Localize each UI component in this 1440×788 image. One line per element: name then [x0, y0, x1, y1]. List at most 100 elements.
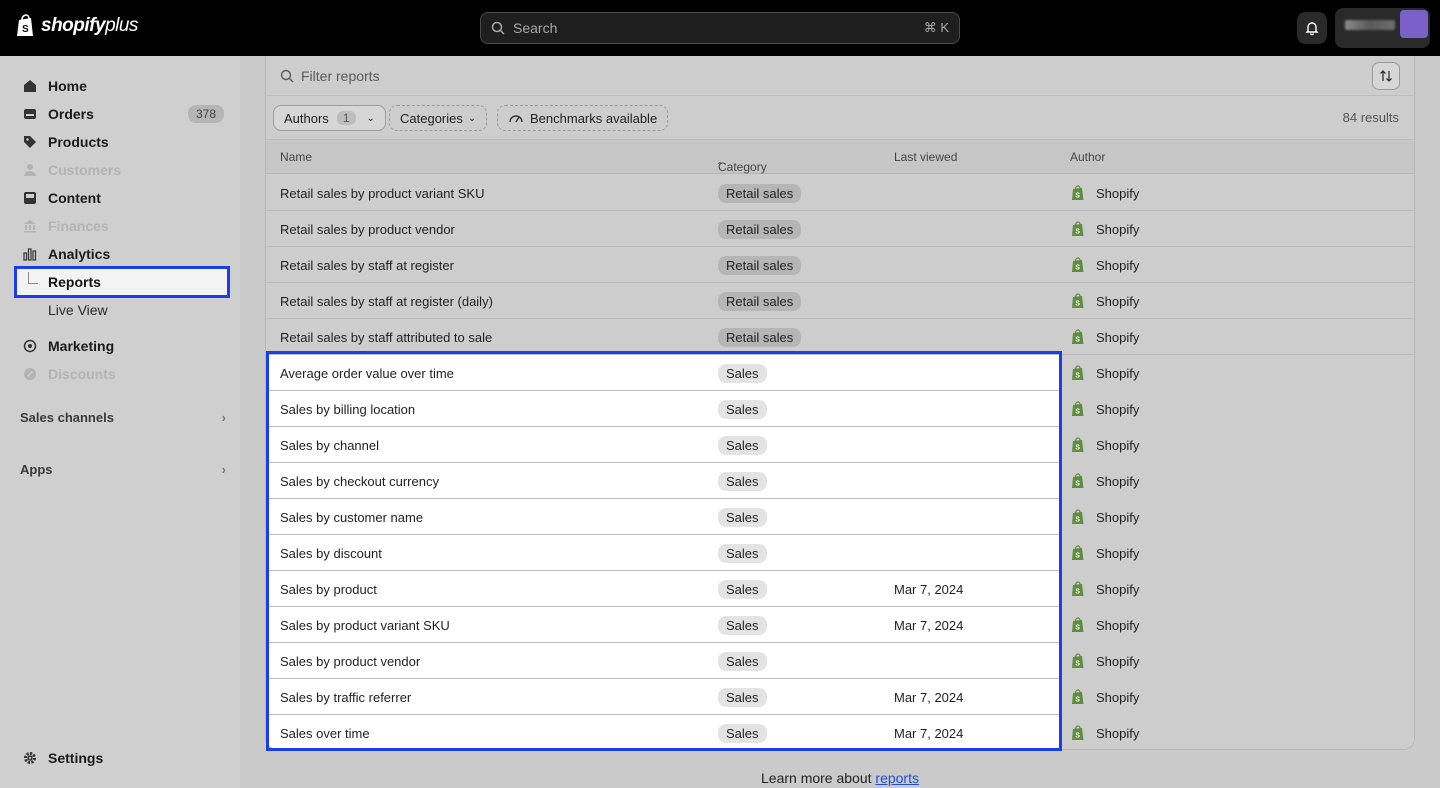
report-name[interactable]: Retail sales by staff at register: [280, 247, 454, 283]
svg-text:S: S: [1075, 409, 1080, 416]
sidebar-item-products[interactable]: Products: [14, 128, 230, 156]
report-name[interactable]: Retail sales by product variant SKU: [280, 175, 484, 211]
shopify-bag-icon: S: [1072, 437, 1084, 452]
benchmarks-filter-chip[interactable]: Benchmarks available: [497, 105, 669, 131]
table-row[interactable]: Average order value over time Sales S Shopi…: [266, 355, 1414, 391]
sidebar-item-home[interactable]: Home: [14, 72, 230, 100]
account-menu-button[interactable]: [1335, 8, 1430, 48]
sidebar-item-settings[interactable]: Settings: [14, 744, 230, 772]
report-name[interactable]: Sales over time: [280, 715, 370, 749]
report-name[interactable]: Sales by discount: [280, 535, 382, 571]
subnav-arrow-icon: [28, 272, 38, 284]
category-badge: Retail sales: [718, 327, 802, 347]
report-name[interactable]: Average order value over time: [280, 355, 454, 391]
shopify-bag-icon: S: [1072, 725, 1084, 740]
sidebar-item-label: Discounts: [48, 366, 116, 382]
report-name[interactable]: Sales by product: [280, 571, 377, 607]
sidebar-section-apps[interactable]: Apps ›: [20, 462, 226, 477]
report-name[interactable]: Sales by product variant SKU: [280, 607, 450, 643]
sidebar-item-analytics[interactable]: Analytics: [14, 240, 230, 268]
filter-reports-input[interactable]: Filter reports: [266, 56, 1414, 96]
report-name[interactable]: Sales by traffic referrer: [280, 679, 411, 715]
svg-text:S: S: [1075, 373, 1080, 380]
report-name[interactable]: Sales by channel: [280, 427, 379, 463]
category-cell: Sales: [718, 499, 767, 535]
column-header-name[interactable]: Name: [280, 150, 312, 164]
table-row[interactable]: Retail sales by staff at register (daily…: [266, 283, 1414, 319]
report-name[interactable]: Sales by customer name: [280, 499, 423, 535]
table-row[interactable]: Retail sales by staff attributed to sale…: [266, 319, 1414, 355]
table-row[interactable]: Retail sales by product variant SKU Retai…: [266, 175, 1414, 211]
sidebar-item-content[interactable]: Content: [14, 184, 230, 212]
sidebar-item-orders[interactable]: Orders 378: [14, 100, 230, 128]
report-name[interactable]: Sales by product vendor: [280, 643, 420, 679]
global-search[interactable]: Search ⌘ K: [480, 12, 960, 44]
authors-filter-chip[interactable]: Authors 1 ⌄: [273, 105, 386, 131]
table-row[interactable]: Retail sales by product vendor Retail sal…: [266, 211, 1414, 247]
report-name[interactable]: Retail sales by staff at register (daily…: [280, 283, 493, 319]
report-name-text: Sales by customer name: [280, 509, 424, 525]
author-name: Shopify: [1096, 617, 1140, 633]
sidebar-section-sales-channels[interactable]: Sales channels ›: [20, 410, 226, 425]
column-header-last-viewed[interactable]: Last viewed: [894, 150, 957, 164]
table-row[interactable]: Sales by traffic referrer Sales Mar 7, 202…: [266, 679, 1414, 715]
author-name: Shopify: [1096, 365, 1140, 381]
category-cell: Retail sales: [718, 247, 802, 283]
table-row[interactable]: Sales by channel Sales S Shopify: [266, 427, 1414, 463]
filter-chips-row: Authors 1 ⌄ Categories ⌄ Benchmarks avai…: [266, 96, 1414, 140]
learn-more-footer: Learn more about reports: [0, 770, 1440, 786]
table-row[interactable]: Retail sales by staff at register Retail …: [266, 247, 1414, 283]
sidebar-item-marketing[interactable]: Marketing: [14, 332, 230, 360]
sidebar-item-discounts[interactable]: Discounts: [14, 360, 230, 388]
report-name-text: Sales by product vendor: [280, 653, 421, 669]
table-row[interactable]: Sales over time Sales Mar 7, 2024 S Shopify: [266, 715, 1414, 749]
report-name[interactable]: Retail sales by staff attributed to sale: [280, 319, 492, 355]
author-name: Shopify: [1096, 257, 1140, 273]
notifications-button[interactable]: [1297, 12, 1327, 44]
shopify-bag-icon: S: [1072, 257, 1084, 272]
report-name[interactable]: Sales by billing location: [280, 391, 415, 427]
svg-text:S: S: [1075, 481, 1080, 488]
table-row[interactable]: Sales by product Sales Mar 7, 2024 S Shopify: [266, 571, 1414, 607]
category-badge: Sales: [718, 687, 767, 707]
sort-button[interactable]: [1372, 62, 1400, 90]
category-badge: Retail sales: [718, 183, 802, 203]
author-name: Shopify: [1096, 185, 1140, 201]
shopify-bag-icon: S: [1072, 401, 1084, 416]
sidebar-item-live-view[interactable]: Live View: [14, 296, 230, 324]
table-row[interactable]: Sales by checkout currency Sales S Shopify: [266, 463, 1414, 499]
shopify-plus-logo[interactable]: S shopifyplus: [16, 14, 138, 38]
search-icon: [280, 69, 294, 82]
table-row[interactable]: Sales by customer name Sales S Shopify: [266, 499, 1414, 535]
svg-text:S: S: [1075, 265, 1080, 272]
column-header-author[interactable]: Author: [1070, 150, 1105, 164]
sidebar-item-customers[interactable]: Customers: [14, 156, 230, 184]
report-name-text: Retail sales by staff at register: [280, 257, 454, 273]
report-name-text: Sales by discount: [280, 545, 382, 561]
category-cell: Sales: [718, 355, 767, 391]
sidebar-item-reports[interactable]: Reports: [14, 266, 230, 298]
report-name-text: Sales by billing location: [280, 401, 416, 417]
table-row[interactable]: Sales by product variant SKU Sales Mar 7, …: [266, 607, 1414, 643]
category-cell: Retail sales: [718, 175, 802, 211]
footer-text: Learn more about: [761, 770, 876, 786]
sidebar-item-finances[interactable]: Finances: [14, 212, 230, 240]
report-name[interactable]: Retail sales by product vendor: [280, 211, 455, 247]
bell-icon: [1305, 22, 1319, 36]
table-row[interactable]: Sales by product vendor Sales S Shopify: [266, 643, 1414, 679]
table-row[interactable]: Sales by billing location Sales S Shopify: [266, 391, 1414, 427]
category-badge: Sales: [718, 435, 767, 455]
svg-text:S: S: [1075, 337, 1080, 344]
last-viewed-text: Mar 7, 2024: [894, 617, 964, 633]
shopify-bag-icon: S: [1072, 617, 1084, 632]
categories-filter-chip[interactable]: Categories ⌄: [389, 105, 488, 131]
results-count: 84 results: [1342, 110, 1399, 125]
reports-card: Filter reports Authors 1 ⌄ Categories ⌄ …: [265, 56, 1415, 750]
report-name[interactable]: Sales by checkout currency: [280, 463, 439, 499]
reports-help-link[interactable]: reports: [875, 770, 919, 786]
person-icon: [22, 162, 38, 178]
chevron-right-icon: ›: [221, 410, 226, 425]
category-badge: Sales: [718, 399, 767, 419]
table-row[interactable]: Sales by discount Sales S Shopify: [266, 535, 1414, 571]
gauge-icon: [509, 115, 523, 123]
